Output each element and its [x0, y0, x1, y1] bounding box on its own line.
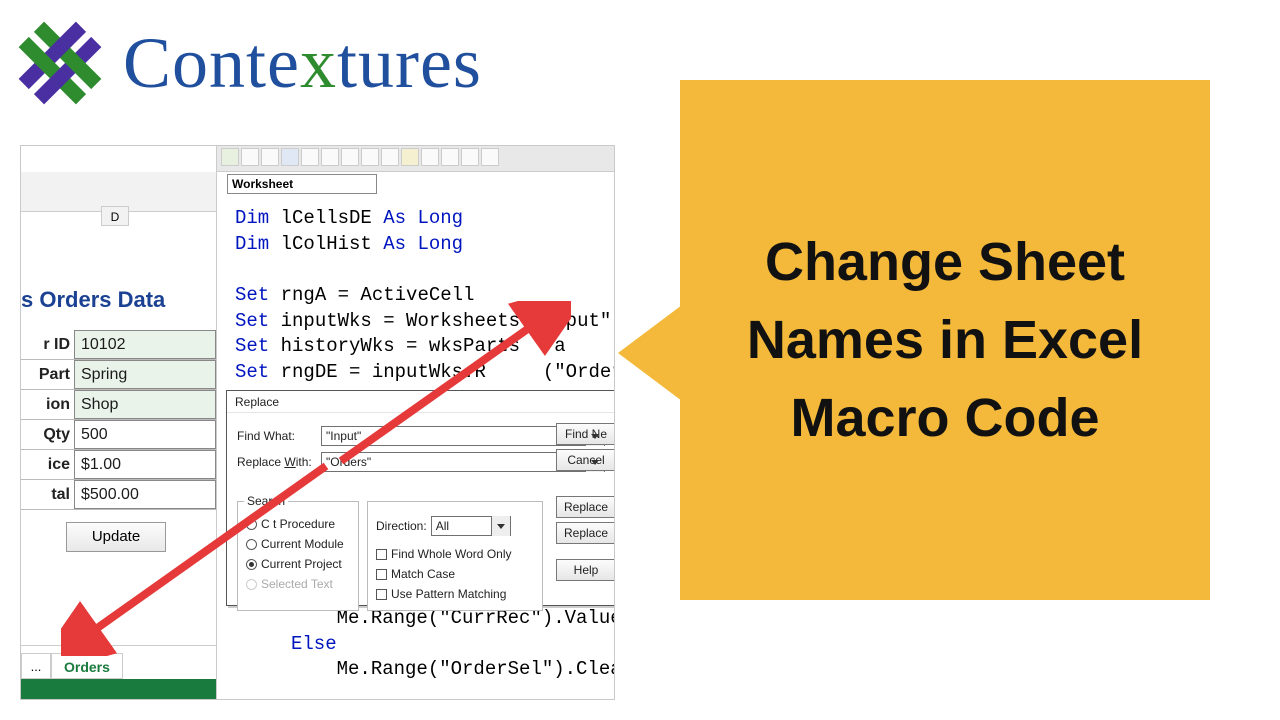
brand-header: Contextures — [15, 18, 482, 108]
field-label: ice — [21, 450, 74, 479]
status-bar — [21, 679, 216, 699]
title-callout: Change Sheet Names in Excel Macro Code — [680, 80, 1210, 600]
screenshot-region: D s Orders Data r ID 10102 Part Spring i… — [20, 145, 615, 700]
brand-wordmark: Contextures — [123, 22, 482, 105]
tab-orders[interactable]: Orders — [51, 653, 123, 679]
replace-all-button[interactable]: Replace — [556, 522, 615, 544]
brand-logo-icon — [15, 18, 105, 108]
toolbar-button[interactable] — [241, 148, 259, 166]
field-row: ion Shop — [21, 390, 216, 420]
code-pane-bottom[interactable]: Me.Range("CurrRec").Value = Else Me.Rang… — [291, 606, 615, 683]
code-pane[interactable]: Dim lCellsDE As Long Dim lColHist As Lon… — [217, 198, 614, 393]
check-match-case[interactable]: Match Case — [368, 564, 512, 584]
toolbar-button[interactable] — [381, 148, 399, 166]
replace-dialog: Replace Find What: "Input" Replace With:… — [226, 390, 615, 606]
field-label: Qty — [21, 420, 74, 449]
sheet-tabs: ... Orders — [21, 645, 216, 679]
toolbar-button[interactable] — [361, 148, 379, 166]
field-row: Part Spring — [21, 360, 216, 390]
chevron-down-icon — [591, 460, 599, 465]
check-whole-word[interactable]: Find Whole Word Only — [368, 544, 512, 564]
replace-button[interactable]: Replace — [556, 496, 615, 518]
update-button[interactable]: Update — [66, 522, 166, 552]
chevron-down-icon — [591, 434, 599, 439]
sheet-title: s Orders Data — [21, 287, 165, 313]
field-label: ion — [21, 390, 74, 419]
toolbar-button[interactable] — [421, 148, 439, 166]
field-value[interactable]: Shop — [74, 390, 216, 419]
excel-worksheet: D s Orders Data r ID 10102 Part Spring i… — [21, 172, 216, 699]
radio-current-project[interactable]: Current Project — [238, 554, 358, 574]
field-value[interactable]: $500.00 — [74, 480, 216, 509]
check-pattern[interactable]: Use Pattern Matching — [368, 584, 512, 604]
field-label: Part — [21, 360, 74, 389]
field-label: r ID — [21, 330, 74, 359]
dialog-title: Replace — [227, 391, 615, 413]
callout-pointer — [618, 305, 682, 401]
field-value[interactable]: 10102 — [74, 330, 216, 359]
radio-current-module[interactable]: Current Module — [238, 534, 358, 554]
options-group: Direction: All Find Whole Word Only Matc… — [367, 501, 543, 611]
field-value[interactable]: Spring — [74, 360, 216, 389]
column-header[interactable]: D — [101, 206, 129, 226]
toolbar-button[interactable] — [461, 148, 479, 166]
field-value[interactable]: $1.00 — [74, 450, 216, 479]
cancel-button[interactable]: Cancel — [556, 449, 615, 471]
search-scope-group: Search C t Procedure Current Module Curr… — [237, 501, 359, 611]
field-row: Qty 500 — [21, 420, 216, 450]
replace-with-label: Replace With: — [237, 455, 315, 469]
toolbar-button[interactable] — [221, 148, 239, 166]
toolbar-button[interactable] — [341, 148, 359, 166]
field-value[interactable]: 500 — [74, 420, 216, 449]
field-row: r ID 10102 — [21, 330, 216, 360]
field-row: ice $1.00 — [21, 450, 216, 480]
toolbar-button[interactable] — [301, 148, 319, 166]
radio-selected-text: Selected Text — [238, 574, 358, 594]
toolbar-button[interactable] — [281, 148, 299, 166]
find-next-button[interactable]: Find Ne — [556, 423, 615, 445]
direction-label: Direction: — [376, 519, 427, 533]
field-label: tal — [21, 480, 74, 509]
toolbar-button[interactable] — [441, 148, 459, 166]
toolbar-button[interactable] — [321, 148, 339, 166]
data-entry-fields: r ID 10102 Part Spring ion Shop Qty 500 … — [21, 330, 216, 510]
toolbar-button[interactable] — [481, 148, 499, 166]
field-row: tal $500.00 — [21, 480, 216, 510]
find-what-label: Find What: — [237, 429, 315, 443]
radio-current-procedure[interactable]: C t Procedure — [238, 514, 358, 534]
group-title: Search — [244, 494, 288, 508]
object-dropdown[interactable]: Worksheet — [227, 174, 377, 194]
chevron-down-icon — [497, 524, 505, 529]
help-button[interactable]: Help — [556, 559, 615, 581]
callout-text: Change Sheet Names in Excel Macro Code — [710, 223, 1180, 458]
toolbar-button[interactable] — [261, 148, 279, 166]
tab-scroll-left[interactable]: ... — [21, 653, 51, 679]
vbe-toolbar — [217, 146, 614, 172]
toolbar-button[interactable] — [401, 148, 419, 166]
direction-dropdown[interactable]: All — [431, 516, 511, 536]
